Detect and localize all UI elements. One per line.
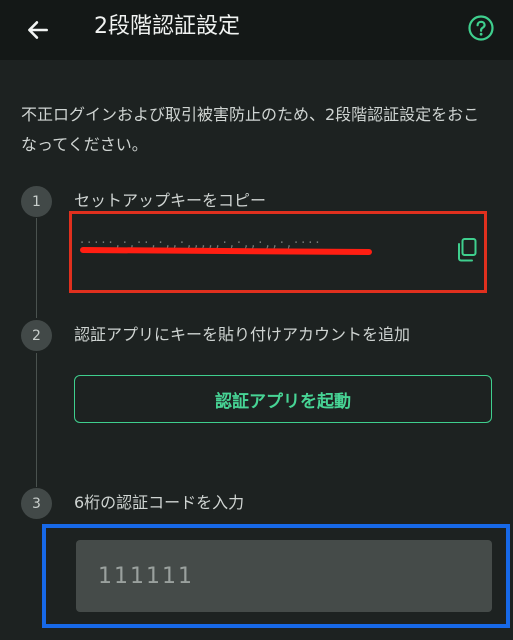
step-number-2: 2: [21, 320, 52, 351]
launch-authenticator-button[interactable]: 認証アプリを起動: [74, 375, 492, 423]
back-button[interactable]: [18, 10, 58, 50]
verification-code-input[interactable]: [76, 540, 492, 612]
copy-key-button[interactable]: [452, 235, 482, 265]
step-number-3: 3: [21, 488, 52, 519]
app-header: 2段階認証設定: [0, 0, 513, 60]
step-label-copy-key: セットアップキーをコピー: [74, 191, 267, 210]
setup-key-field[interactable]: ·····,·,··,·,,·,,,,,·,·,,·,,·,····: [69, 211, 487, 293]
help-button[interactable]: [466, 13, 496, 43]
step-label-add-account: 認証アプリにキーを貼り付けアカウントを追加: [74, 325, 411, 344]
copy-icon: [458, 238, 477, 262]
timeline-connector: [36, 353, 37, 487]
step-number-1: 1: [21, 186, 52, 217]
instruction-text: 不正ログインおよび取引被害防止のため、2段階認証設定をおこなってください。: [21, 105, 480, 154]
question-circle-icon: [468, 15, 494, 41]
step-label-enter-code: 6桁の認証コードを入力: [74, 493, 245, 512]
timeline-connector: [36, 218, 37, 318]
page-title: 2段階認証設定: [94, 14, 240, 39]
arrow-left-icon: [28, 21, 48, 39]
